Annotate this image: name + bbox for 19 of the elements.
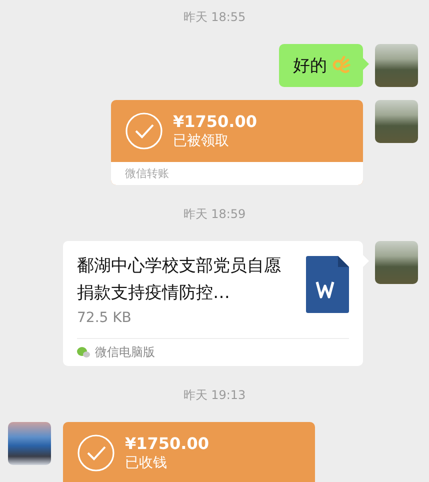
check-circle-icon bbox=[77, 434, 115, 472]
file-size: 72.5 KB bbox=[77, 309, 132, 328]
transfer-amount: ¥1750.00 bbox=[125, 434, 210, 454]
avatar-photo[interactable] bbox=[375, 44, 418, 87]
word-document-icon bbox=[306, 256, 349, 313]
transfer-status: 已被领取 bbox=[173, 132, 230, 150]
timestamp: 昨天 18:55 bbox=[183, 9, 246, 26]
timestamp: 昨天 18:59 bbox=[183, 206, 246, 223]
check-circle-icon bbox=[125, 112, 163, 150]
file-source: 微信电脑版 bbox=[95, 344, 155, 361]
transfer-amount: ¥1750.00 bbox=[173, 112, 258, 132]
file-title: 鄱湖中心学校支部党员自愿捐款支持疫情防控… bbox=[77, 255, 282, 305]
transfer-label: 微信转账 bbox=[111, 162, 363, 185]
chat-bubbles-icon bbox=[77, 347, 90, 358]
avatar-photo[interactable] bbox=[375, 241, 418, 284]
timestamp: 昨天 19:13 bbox=[183, 387, 246, 404]
avatar-photo[interactable] bbox=[375, 100, 418, 143]
transfer-status: 已收钱 bbox=[125, 454, 168, 472]
avatar-photo[interactable] bbox=[8, 422, 51, 465]
